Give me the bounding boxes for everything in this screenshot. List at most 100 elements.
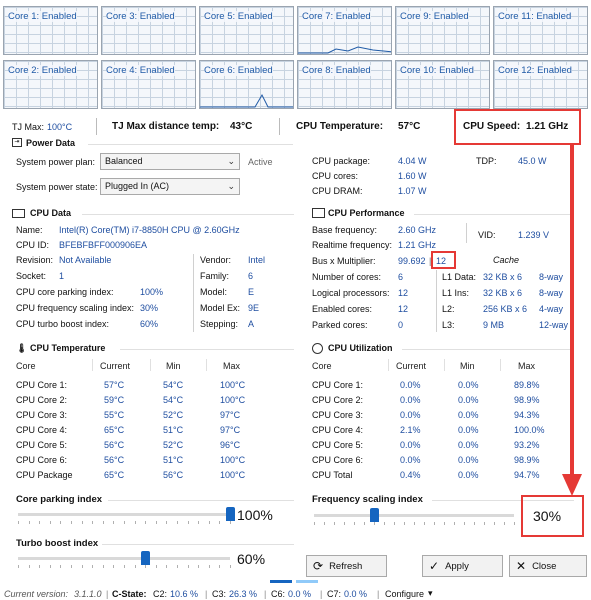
c7-label: C7: xyxy=(327,589,342,599)
power-state-dropdown[interactable]: Plugged In (AC) ⌄ xyxy=(100,178,240,195)
power-plan-label: System power plan: xyxy=(16,157,96,167)
core-label: Core 11: Enabled xyxy=(498,11,572,22)
table-row-label: CPU Core 2: xyxy=(16,395,68,405)
table-row-label: CPU Core 4: xyxy=(16,425,68,435)
power-icon: ⇥ xyxy=(12,138,22,147)
frequency-scaling-slider-thumb[interactable] xyxy=(370,508,379,522)
chevron-down-icon: ⌄ xyxy=(227,156,235,166)
table-row-label: CPU Core 1: xyxy=(16,380,68,390)
logical-processors-label: Logical processors: xyxy=(312,288,390,298)
table-cell: 51°C xyxy=(163,455,184,465)
table-cell: 0.0% xyxy=(400,380,421,390)
revision-label: Revision: xyxy=(16,255,54,265)
l1-data-value: 32 KB x 6 xyxy=(483,272,523,282)
core-graph-3: Core 3: Enabled xyxy=(101,6,196,55)
refresh-button[interactable]: ⟳ Refresh xyxy=(306,555,387,577)
c2-value: 10.6 % xyxy=(170,589,199,599)
cpu-package-label: CPU package: xyxy=(312,156,371,166)
refresh-icon: ⟳ xyxy=(313,559,324,573)
family-value: 6 xyxy=(248,271,254,281)
tjmax-value: 100°C xyxy=(47,122,73,132)
frequency-scaling-slider-track[interactable] xyxy=(314,514,514,517)
parked-cores-value: 0 xyxy=(398,320,404,330)
table-cell: 2.1% xyxy=(400,425,421,435)
performance-icon xyxy=(312,208,325,218)
tdp-label: TDP: xyxy=(476,156,497,166)
number-of-cores-label: Number of cores: xyxy=(312,272,382,282)
table-cell: 94.3% xyxy=(514,410,540,420)
version-label: Current version: xyxy=(4,589,69,599)
configure-menu[interactable]: Configure xyxy=(385,589,424,599)
chevron-down-icon[interactable]: ▾ xyxy=(428,588,433,599)
close-icon: ✕ xyxy=(516,559,527,573)
core-graph-12: Core 12: Enabled xyxy=(493,60,588,109)
realtime-frequency-label: Realtime frequency: xyxy=(312,240,393,250)
vid-label: VID: xyxy=(478,230,496,240)
turbo-boost-slider-thumb[interactable] xyxy=(141,551,151,565)
base-frequency-value: 2.60 GHz xyxy=(398,225,437,235)
c6-value: 0.0 % xyxy=(288,589,312,599)
tjmax-distance-value: 43°C xyxy=(230,121,253,132)
column-header: Current xyxy=(100,361,131,371)
core-graph-2: Core 2: Enabled xyxy=(3,60,98,109)
table-cell: 100°C xyxy=(220,395,246,405)
table-row-label: CPU Core 3: xyxy=(16,410,68,420)
cpu-dram-label: CPU DRAM: xyxy=(312,186,363,196)
table-cell: 59°C xyxy=(104,395,125,405)
vendor-label: Vendor: xyxy=(200,255,232,265)
cpu-temperature-label: CPU Temperature: xyxy=(296,121,384,132)
core-label: Core 1: Enabled xyxy=(8,11,77,22)
cpu-id-value: BFEBFBFF000906EA xyxy=(59,240,148,250)
core-label: Core 3: Enabled xyxy=(106,11,175,22)
table-row-label: CPU Package xyxy=(16,470,73,480)
tjmax-label: TJ Max: xyxy=(12,122,45,132)
model-ex-label: Model Ex: xyxy=(200,303,241,313)
close-button[interactable]: ✕ Close xyxy=(509,555,587,577)
turbo-boost-label: CPU turbo boost index: xyxy=(16,319,110,329)
turbo-boost-slider-track[interactable] xyxy=(18,557,230,560)
table-cell: 100.0% xyxy=(514,425,545,435)
vendor-value: Intel xyxy=(248,255,266,265)
table-cell: 93.2% xyxy=(514,440,540,450)
core-graph-5: Core 5: Enabled xyxy=(199,6,294,55)
bus-multiplier-label: Bus x Multiplier: xyxy=(312,256,376,266)
apply-button[interactable]: ✓ Apply xyxy=(422,555,503,577)
cpu-utilization-title: CPU Utilization xyxy=(328,343,393,353)
core-parking-slider-thumb[interactable] xyxy=(226,507,235,521)
bus-value: 99.692 xyxy=(398,256,426,266)
table-cell: 56°C xyxy=(163,470,184,480)
column-header: Max xyxy=(223,361,241,371)
table-cell: 56°C xyxy=(104,455,125,465)
turbo-boost-value: 60% xyxy=(140,319,159,329)
version-value: 3.1.1.0 xyxy=(74,589,102,599)
table-cell: 57°C xyxy=(104,380,125,390)
activity-indicator xyxy=(296,580,318,583)
tdp-value: 45.0 W xyxy=(518,156,547,166)
enabled-cores-value: 12 xyxy=(398,304,409,314)
core-label: Core 2: Enabled xyxy=(8,65,77,76)
table-row-label: CPU Core 5: xyxy=(16,440,68,450)
table-cell: 0.0% xyxy=(458,380,479,390)
l3-value: 9 MB xyxy=(483,320,505,330)
table-cell: 0.0% xyxy=(458,440,479,450)
core-parking-slider-track[interactable] xyxy=(18,513,230,516)
table-row-label: CPU Total xyxy=(312,470,353,480)
core-graph-7: Core 7: Enabled xyxy=(297,6,392,55)
activity-indicator xyxy=(270,580,292,583)
cpu-cores-power-value: 1.60 W xyxy=(398,171,427,181)
table-cell: 97°C xyxy=(220,410,241,420)
c2-label: C2: xyxy=(153,589,168,599)
power-plan-dropdown[interactable]: Balanced ⌄ xyxy=(100,153,240,170)
chevron-down-icon: ⌄ xyxy=(227,181,235,191)
l2-label: L2: xyxy=(442,304,455,314)
core-parking-slider-value: 100% xyxy=(237,507,273,523)
table-cell: 0.0% xyxy=(458,455,479,465)
core-parking-slider-label: Core parking index xyxy=(16,494,103,505)
close-button-label: Close xyxy=(532,560,557,572)
core-graph-9: Core 9: Enabled xyxy=(395,6,490,55)
parked-cores-label: Parked cores: xyxy=(312,320,368,330)
table-cell: 0.4% xyxy=(400,470,421,480)
gauge-icon xyxy=(312,343,323,354)
table-cell: 54°C xyxy=(163,395,184,405)
core-label: Core 8: Enabled xyxy=(302,65,371,76)
